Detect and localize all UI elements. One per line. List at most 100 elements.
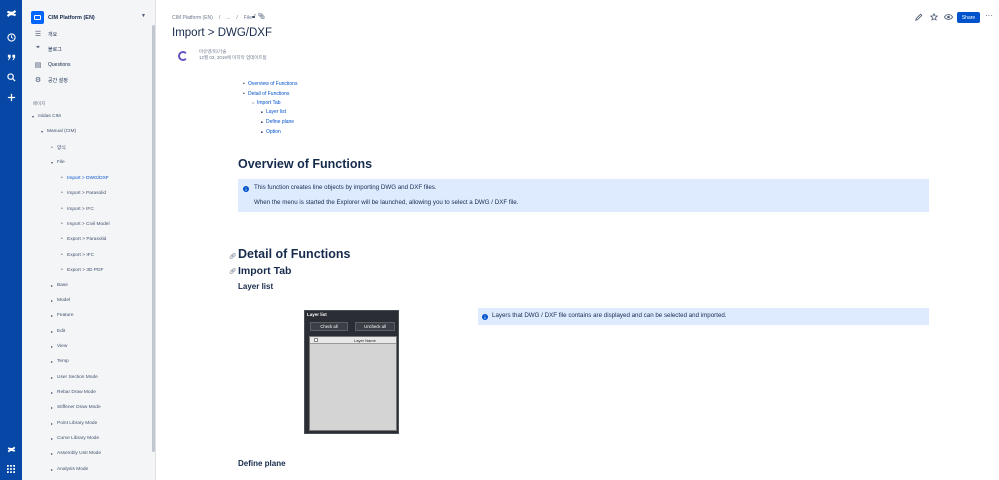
confluence-logo-icon[interactable] bbox=[4, 6, 18, 20]
tree-item[interactable]: ▸ Assembly Unit Mode bbox=[51, 451, 101, 456]
last-updated[interactable]: 12월 03, 2019에 마지막 업데이트됨 bbox=[199, 55, 267, 61]
page-title: Import > DWG/DXF bbox=[172, 27, 272, 39]
restrictions-lock-icon[interactable]: 🔓︎ bbox=[252, 14, 256, 20]
chevron-down-icon[interactable]: ▼ bbox=[141, 13, 146, 19]
blog-icon: ❞ bbox=[36, 46, 40, 53]
tree-item-label: midas CIM bbox=[38, 114, 61, 119]
tree-item[interactable]: • Export > IFC bbox=[61, 252, 94, 258]
sidebar-item-label: Questions bbox=[48, 62, 71, 68]
info-text: This function creates line objects by im… bbox=[254, 184, 437, 191]
toc-link[interactable]: Import Tab bbox=[252, 100, 280, 106]
settings-icon: ⚙ bbox=[34, 77, 42, 84]
tree-item[interactable]: ▾ File bbox=[51, 160, 65, 165]
share-button[interactable]: Share bbox=[957, 12, 980, 23]
layer-name-column: Layer Name bbox=[354, 338, 376, 343]
heading-detail: Detail of Functions bbox=[238, 247, 351, 261]
tree-item-current[interactable]: • Import > DWG/DXF bbox=[61, 175, 109, 181]
sidebar-item-label: 공간 설정 bbox=[48, 77, 68, 84]
info-panel-layer-list: i Layers that DWG / DXF file contains ar… bbox=[478, 308, 929, 325]
sidebar-item-settings[interactable]: ⚙ 공간 설정 bbox=[33, 76, 68, 84]
tree-item-label: Feature bbox=[57, 313, 74, 318]
tree-item[interactable]: • Export > 3D PDF bbox=[61, 267, 103, 273]
tree-item[interactable]: ▾ midas CIM bbox=[32, 114, 61, 119]
tree-item[interactable]: ▸ Temp bbox=[51, 359, 69, 364]
watch-eye-icon[interactable] bbox=[943, 11, 954, 22]
sidebar-item-blog[interactable]: ❞ 블로그 bbox=[33, 45, 62, 53]
author-avatar[interactable] bbox=[172, 49, 194, 63]
tree-item-label: File bbox=[57, 160, 65, 165]
atlassian-switcher-logo-icon[interactable] bbox=[4, 442, 18, 456]
space-header[interactable]: CIM Platform (EN) bbox=[31, 11, 95, 24]
global-nav-rail bbox=[0, 0, 22, 480]
tree-item[interactable]: • Import > Civil Model bbox=[61, 221, 110, 227]
tree-item[interactable]: ▸ Rebar Draw Mode bbox=[51, 390, 96, 395]
tree-item[interactable]: ▸ Curve Library Mode bbox=[51, 436, 99, 441]
tree-item[interactable]: ▸ Point Library Mode bbox=[51, 421, 97, 426]
tree-item[interactable]: • Import > Parasolid bbox=[61, 190, 106, 196]
tree-item[interactable]: ▸ View bbox=[51, 344, 67, 349]
layer-grid-header: Layer Name bbox=[310, 337, 396, 344]
tree-item[interactable]: ▸ Analysis Mode bbox=[51, 467, 88, 472]
toc-link[interactable]: Option bbox=[261, 129, 281, 135]
toc-link[interactable]: Define plane bbox=[261, 119, 294, 125]
uncheck-all-button: Uncheck all bbox=[355, 322, 395, 331]
tree-item[interactable]: • Export > Parasolid bbox=[61, 236, 106, 242]
tree-item[interactable]: ▸ Model bbox=[51, 298, 70, 303]
tree-item-label: Edit bbox=[57, 329, 66, 334]
sidebar-item-overview[interactable]: ☰ 개요 bbox=[33, 30, 57, 38]
attachment-icon[interactable]: 📎︎ bbox=[258, 14, 266, 20]
sidebar-item-questions[interactable]: ▤ Questions bbox=[33, 61, 71, 69]
tree-item[interactable]: ▸ Base bbox=[51, 283, 68, 288]
toc-link[interactable]: Overview of Functions bbox=[243, 81, 298, 87]
tree-item[interactable]: ▸ User Section Mode bbox=[51, 375, 98, 380]
more-actions-icon[interactable]: ··· bbox=[985, 12, 993, 20]
tree-item[interactable]: • 양식 bbox=[51, 144, 66, 152]
quote-icon[interactable] bbox=[4, 50, 18, 64]
tree-item-label: Assembly Unit Mode bbox=[57, 451, 101, 456]
confluence-app: CIM Platform (EN) ▼ ☰ 개요 ❞ 블로그 ▤ Questio… bbox=[0, 0, 999, 480]
heading-overview: Overview of Functions bbox=[238, 157, 373, 171]
create-icon[interactable] bbox=[4, 90, 18, 104]
breadcrumb-space-link[interactable]: CIM Platform (EN) bbox=[172, 15, 213, 21]
recent-icon[interactable] bbox=[4, 30, 18, 44]
star-icon[interactable] bbox=[928, 11, 939, 22]
edit-pencil-icon[interactable] bbox=[913, 11, 924, 22]
tree-item[interactable]: • Import > IFC bbox=[61, 206, 94, 212]
sidebar-item-label: 블로그 bbox=[48, 46, 62, 53]
heading-define-plane: Define plane bbox=[238, 459, 286, 468]
heading-import-tab: Import Tab bbox=[238, 265, 292, 277]
link-anchor-icon[interactable]: 🔗︎ bbox=[229, 268, 237, 275]
dialog-title: Layer list bbox=[307, 312, 327, 317]
link-anchor-icon[interactable]: 🔗︎ bbox=[229, 253, 237, 260]
tree-item-label: Import > IFC bbox=[67, 206, 94, 212]
tree-item[interactable]: ▸ Feature bbox=[51, 313, 74, 318]
tree-item-label: Temp bbox=[57, 359, 69, 364]
sidebar-scrollbar[interactable] bbox=[152, 25, 155, 452]
tree-item-label: Export > IFC bbox=[67, 252, 95, 258]
search-icon[interactable] bbox=[4, 70, 18, 84]
tree-item[interactable]: ▸ Stiffener Draw Mode bbox=[51, 405, 101, 410]
tree-item-label: Rebar Draw Mode bbox=[57, 390, 96, 395]
tree-item-label: Export > 3D PDF bbox=[67, 267, 104, 273]
info-icon: i bbox=[482, 314, 488, 320]
tree-item[interactable]: ▸ Edit bbox=[51, 329, 65, 334]
tree-item-label: Curve Library Mode bbox=[57, 436, 100, 441]
toc-link[interactable]: Layer list bbox=[261, 109, 286, 115]
breadcrumb-ellipsis[interactable]: ... bbox=[226, 15, 230, 21]
layer-list-dialog-image: Layer list Check all Uncheck all Layer N… bbox=[304, 310, 399, 434]
info-icon: i bbox=[243, 186, 249, 192]
tree-item-label: 양식 bbox=[57, 146, 66, 151]
tree-item-label: Analysis Mode bbox=[57, 467, 89, 472]
info-panel-overview: i This function creates line objects by … bbox=[238, 179, 929, 212]
breadcrumb-separator: / bbox=[236, 15, 238, 21]
space-logo-icon bbox=[31, 11, 44, 24]
heading-layer-list: Layer list bbox=[238, 282, 274, 291]
tree-item[interactable]: ▾ Manual (CIM) bbox=[41, 129, 76, 134]
app-switcher-grid-icon[interactable] bbox=[4, 462, 18, 476]
toc-link[interactable]: Detail of Functions bbox=[243, 91, 289, 97]
breadcrumb-file-link[interactable]: File bbox=[244, 15, 252, 21]
tree-item-label: Point Library Mode bbox=[57, 421, 98, 426]
header-actions bbox=[913, 11, 958, 22]
page-byline: 마유영/미/기술 12월 03, 2019에 마지막 업데이트됨 bbox=[172, 49, 267, 63]
info-text: Layers that DWG / DXF file contains are … bbox=[492, 312, 727, 319]
